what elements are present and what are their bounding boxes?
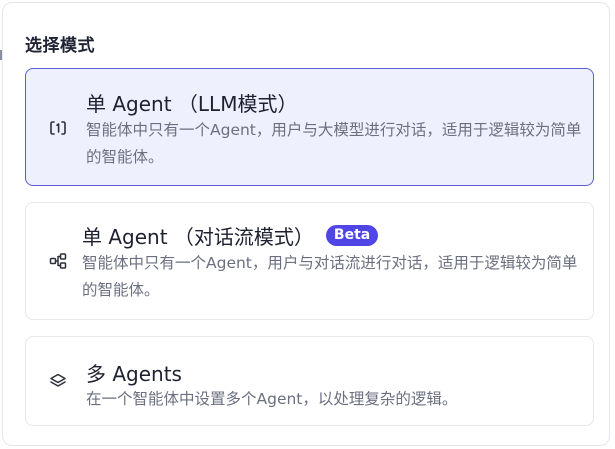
option-single-agent-llm[interactable]: 单 Agent （LLM模式） 智能体中只有一个Agent，用户与大模型进行对话… <box>25 68 594 186</box>
option-title: 单 Agent （对话流模式） Beta <box>82 221 379 250</box>
option-title-label: 单 Agent （对话流模式） <box>82 225 314 249</box>
option-single-agent-workflow[interactable]: 单 Agent （对话流模式） Beta 智能体中只有一个Agent，用户与对话… <box>25 202 594 320</box>
option-description: 智能体中只有一个Agent，用户与大模型进行对话，适用于逻辑较为简单的智能体。 <box>86 121 582 166</box>
layers-icon <box>48 371 68 391</box>
option-description: 智能体中只有一个Agent，用户与对话流进行对话，适用于逻辑较为简单的智能体。 <box>82 254 578 299</box>
option-description: 在一个智能体中设置多个Agent，以处理复杂的逻辑。 <box>86 390 458 408</box>
single-agent-icon <box>48 118 68 138</box>
workflow-icon <box>48 251 68 271</box>
option-title-label: 单 Agent （LLM模式） <box>86 92 298 116</box>
option-multi-agents[interactable]: 多 Agents 在一个智能体中设置多个Agent，以处理复杂的逻辑。 <box>25 336 594 426</box>
mode-select-panel: 选择模式 单 Agent （LLM模式） 智能体中只有一个Agent，用户与大模… <box>2 2 610 446</box>
option-title: 单 Agent （LLM模式） <box>86 88 297 117</box>
option-title: 多 Agents <box>86 358 182 387</box>
beta-badge: Beta <box>325 225 379 246</box>
option-title-label: 多 Agents <box>86 362 182 386</box>
panel-title: 选择模式 <box>25 36 95 56</box>
